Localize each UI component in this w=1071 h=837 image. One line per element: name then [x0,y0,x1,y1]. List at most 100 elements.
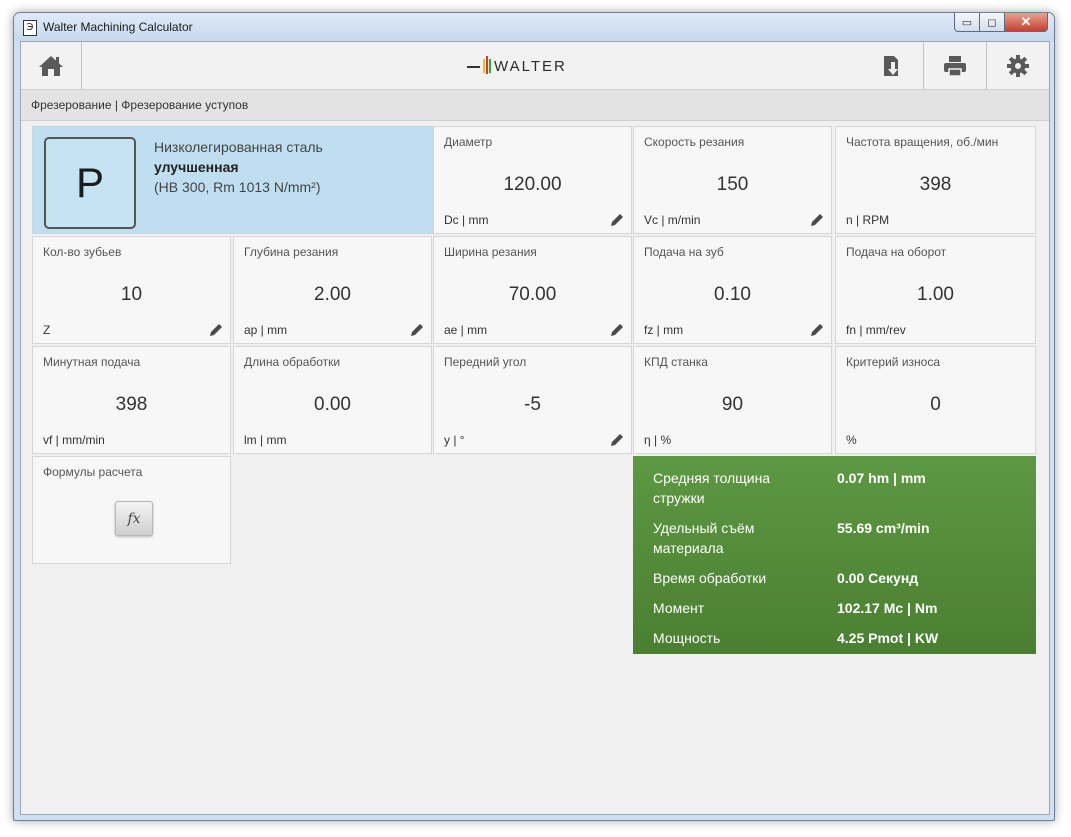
param-unit: n | RPM [846,213,890,227]
logo-text: WALTER [494,58,567,75]
formulas-label: Формулы расчета [43,465,143,479]
param-value: 0.00 [314,394,351,415]
param-label: Глубина резания [244,245,339,259]
app-icon: Э [23,20,37,36]
formulas-button[interactable]: fx [115,501,153,536]
pencil-icon[interactable] [610,433,624,447]
param-unit: lm | mm [244,433,287,447]
app-window: Э Walter Machining Calculator ▭ ◻ ✕ WALT… [13,12,1055,821]
param-label: Ширина резания [444,245,537,259]
walter-logo: WALTER [467,56,567,75]
param-value: 0 [930,394,941,415]
result-value: 102.17 Mc | Nm [837,600,938,616]
maximize-button[interactable]: ◻ [980,13,1005,32]
param-unit: ae | mm [444,323,488,337]
param-unit: Vc | m/min [644,213,701,227]
param-machining-length[interactable]: Длина обработки 0.00 lm | mm [233,346,432,454]
param-cutting-speed[interactable]: Скорость резания 150 Vc | m/min [633,126,832,234]
param-unit: vf | mm/min [43,433,105,447]
home-button[interactable] [21,42,82,89]
material-panel[interactable]: P Низколегированная сталь улучшенная (HB… [32,126,433,234]
result-label: Удельный съём материала [653,520,755,556]
param-value: 398 [115,394,148,415]
home-icon [39,55,63,76]
window-controls: ▭ ◻ ✕ [954,13,1048,32]
pencil-icon[interactable] [810,213,824,227]
result-label: Время обработки [653,570,767,586]
param-value: 90 [721,394,744,415]
pencil-icon[interactable] [810,323,824,337]
param-value: 70.00 [508,284,557,305]
param-value: 120.00 [503,174,562,195]
pencil-icon[interactable] [209,323,223,337]
param-spindle-speed: Частота вращения, об./мин 398 n | RPM [835,126,1036,234]
close-button[interactable]: ✕ [1005,13,1048,32]
param-value: 398 [919,174,952,195]
window-title: Walter Machining Calculator [43,20,193,34]
result-label: Средняя толщина стружки [653,470,771,506]
param-value: 2.00 [314,284,351,305]
settings-button[interactable] [986,42,1049,89]
material-hardness: (HB 300, Rm 1013 N/mm²) [154,179,321,195]
param-unit: ap | mm [244,323,288,337]
result-label: Мощность [653,630,721,646]
param-label: Кол-во зубьев [43,245,122,259]
param-value: -5 [524,394,541,415]
param-unit: Dc | mm [444,213,489,227]
pencil-icon[interactable] [610,323,624,337]
param-unit: η | % [644,433,672,447]
param-value: 1.00 [917,284,954,305]
toolbar: WALTER [21,42,1049,90]
formulas-panel: Формулы расчета fx [32,456,231,564]
result-value: 0.07 hm | mm [837,470,926,486]
title-bar[interactable]: Э Walter Machining Calculator ▭ ◻ ✕ [14,13,1054,41]
result-value: 4.25 Pmot | KW [837,630,939,646]
print-button[interactable] [923,42,986,89]
minimize-button[interactable]: ▭ [954,13,980,32]
parameter-grid: P Низколегированная сталь улучшенная (HB… [32,126,1036,786]
import-button[interactable] [861,42,923,89]
param-cut-width[interactable]: Ширина резания 70.00 ae | mm [433,236,632,344]
import-icon [884,55,898,76]
material-group-badge: P [44,137,136,229]
param-wear-criterion[interactable]: Критерий износа 0 % [835,346,1036,454]
param-diameter[interactable]: Диаметр 120.00 Dc | mm [433,126,632,234]
toolbar-right [861,42,1049,89]
param-feed-per-tooth[interactable]: Подача на зуб 0.10 fz | mm [633,236,832,344]
param-label: Критерий износа [846,355,940,369]
param-feed-per-rev: Подача на оборот 1.00 fn | mm/rev [835,236,1036,344]
param-unit: fn | mm/rev [846,323,906,337]
param-value: 150 [716,174,749,195]
param-label: Подача на оборот [846,245,947,259]
param-label: Передний угол [444,355,527,369]
material-name: Низколегированная сталь [154,139,323,155]
print-icon [944,55,966,77]
param-unit: y | ° [444,433,465,447]
param-cut-depth[interactable]: Глубина резания 2.00 ap | mm [233,236,432,344]
param-label: КПД станка [644,355,708,369]
results-panel: Средняя толщина стружки 0.07 hm | mm Уде… [633,456,1036,654]
param-label: Скорость резания [644,135,745,149]
param-unit: % [846,433,857,447]
param-feed-rate: Минутная подача 398 vf | mm/min [32,346,231,454]
param-label: Подача на зуб [644,245,724,259]
param-unit: Z [43,323,51,337]
param-label: Минутная подача [43,355,141,369]
param-unit: fz | mm [644,323,684,337]
param-value: 10 [120,284,143,305]
param-label: Длина обработки [244,355,341,369]
gear-icon [1007,54,1029,77]
material-condition: улучшенная [154,159,239,175]
param-label: Диаметр [444,135,493,149]
param-rake-angle[interactable]: Передний угол -5 y | ° [433,346,632,454]
param-label: Частота вращения, об./мин [846,135,999,149]
breadcrumb: Фрезерование | Фрезерование уступов [21,90,1049,121]
pencil-icon[interactable] [410,323,424,337]
param-machine-efficiency[interactable]: КПД станка 90 η | % [633,346,832,454]
pencil-icon[interactable] [610,213,624,227]
param-value: 0.10 [714,284,751,305]
result-value: 0.00 Секунд [837,570,919,586]
result-value: 55.69 cm³/min [837,520,930,536]
client-area: WALTER Фрезерование | Фрезерование уступ… [20,41,1050,815]
param-teeth-count[interactable]: Кол-во зубьев 10 Z [32,236,231,344]
